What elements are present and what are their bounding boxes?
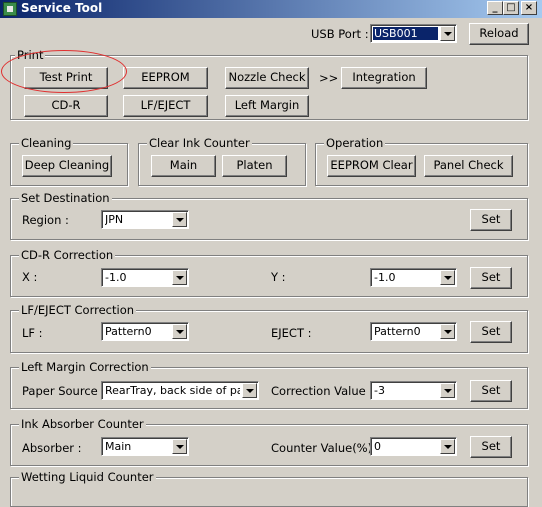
cd-r-set-button[interactable]: Set: [470, 267, 512, 289]
y-value: -1.0: [374, 271, 396, 284]
ink-absorber-counter-title: Ink Absorber Counter: [19, 417, 146, 431]
region-select[interactable]: JPN: [101, 210, 189, 229]
maximize-button[interactable]: □: [503, 1, 519, 15]
lf-eject-correction-title: LF/EJECT Correction: [19, 303, 137, 317]
window-title: Service Tool: [21, 1, 103, 15]
left-margin-button[interactable]: Left Margin: [225, 95, 309, 117]
deep-cleaning-button[interactable]: Deep Cleaning: [22, 155, 112, 177]
x-label: X :: [22, 270, 38, 284]
clear-ink-counter-title: Clear Ink Counter: [147, 136, 252, 150]
correction-value-label: Correction Value :: [271, 384, 374, 398]
eeprom-button[interactable]: EEPROM: [123, 67, 208, 89]
usb-port-value: USB001: [373, 27, 438, 40]
cd-r-button[interactable]: CD-R: [24, 95, 108, 117]
chevron-down-icon[interactable]: [242, 383, 257, 398]
paper-source-label: Paper Source :: [22, 384, 106, 398]
eject-select[interactable]: Pattern0: [370, 322, 457, 341]
close-button[interactable]: ×: [521, 1, 537, 15]
panel-check-button[interactable]: Panel Check: [424, 155, 513, 177]
region-label: Region :: [22, 213, 69, 227]
chevron-down-icon[interactable]: [440, 383, 455, 398]
eeprom-clear-button[interactable]: EEPROM Clear: [327, 155, 416, 177]
eject-value: Pattern0: [374, 325, 421, 338]
paper-source-value: RearTray, back side of paper: [105, 384, 240, 397]
set-destination-group: Set Destination: [10, 191, 528, 240]
lf-select[interactable]: Pattern0: [101, 322, 189, 341]
left-margin-correction-title: Left Margin Correction: [19, 360, 151, 374]
absorber-set-button[interactable]: Set: [470, 436, 512, 458]
absorber-select[interactable]: Main: [101, 437, 189, 456]
x-value: -1.0: [105, 271, 127, 284]
integration-button[interactable]: Integration: [341, 67, 427, 89]
clear-platen-button[interactable]: Platen: [222, 155, 287, 177]
chevron-down-icon[interactable]: [440, 324, 455, 339]
correction-value: -3: [374, 384, 385, 397]
clear-main-button[interactable]: Main: [151, 155, 216, 177]
lf-value: Pattern0: [105, 325, 152, 338]
paper-source-select[interactable]: RearTray, back side of paper: [101, 381, 259, 400]
lf-label: LF :: [22, 326, 43, 340]
usb-port-label: USB Port :: [311, 27, 369, 41]
left-margin-set-button[interactable]: Set: [470, 380, 512, 402]
set-destination-title: Set Destination: [19, 191, 112, 205]
minimize-button[interactable]: _: [487, 1, 503, 15]
wetting-liquid-counter-title: Wetting Liquid Counter: [19, 470, 156, 484]
print-group-title: Print: [15, 48, 46, 62]
usb-port-select[interactable]: USB001: [370, 24, 457, 43]
x-select[interactable]: -1.0: [101, 268, 189, 287]
chevron-down-icon[interactable]: [172, 212, 187, 227]
test-print-button[interactable]: Test Print: [24, 67, 108, 89]
counter-value-label: Counter Value(%) :: [271, 441, 380, 455]
title-bar: Service Tool _ □ ×: [0, 0, 542, 18]
chevron-down-icon[interactable]: [440, 439, 455, 454]
counter-value-select[interactable]: 0: [370, 437, 457, 456]
reload-button[interactable]: Reload: [469, 23, 529, 45]
chevron-down-icon[interactable]: [172, 270, 187, 285]
chevron-down-icon[interactable]: [172, 324, 187, 339]
arrows-label: >>: [319, 71, 339, 85]
absorber-value: Main: [105, 440, 132, 453]
cleaning-group-title: Cleaning: [19, 136, 74, 150]
y-select[interactable]: -1.0: [370, 268, 457, 287]
cd-r-correction-title: CD-R Correction: [19, 248, 116, 262]
destination-set-button[interactable]: Set: [470, 209, 512, 231]
operation-group-title: Operation: [324, 136, 386, 150]
wetting-liquid-counter-group: Wetting Liquid Counter: [10, 470, 528, 507]
chevron-down-icon[interactable]: [172, 439, 187, 454]
region-value: JPN: [105, 213, 124, 226]
nozzle-check-button[interactable]: Nozzle Check: [225, 67, 309, 89]
absorber-label: Absorber :: [22, 441, 82, 455]
app-icon: [3, 2, 17, 16]
eject-label: EJECT :: [271, 326, 312, 340]
correction-value-select[interactable]: -3: [370, 381, 457, 400]
lf-eject-set-button[interactable]: Set: [470, 321, 512, 343]
y-label: Y :: [271, 270, 286, 284]
counter-value: 0: [374, 440, 381, 453]
chevron-down-icon[interactable]: [440, 270, 455, 285]
lf-eject-button[interactable]: LF/EJECT: [123, 95, 208, 117]
chevron-down-icon[interactable]: [440, 26, 455, 41]
